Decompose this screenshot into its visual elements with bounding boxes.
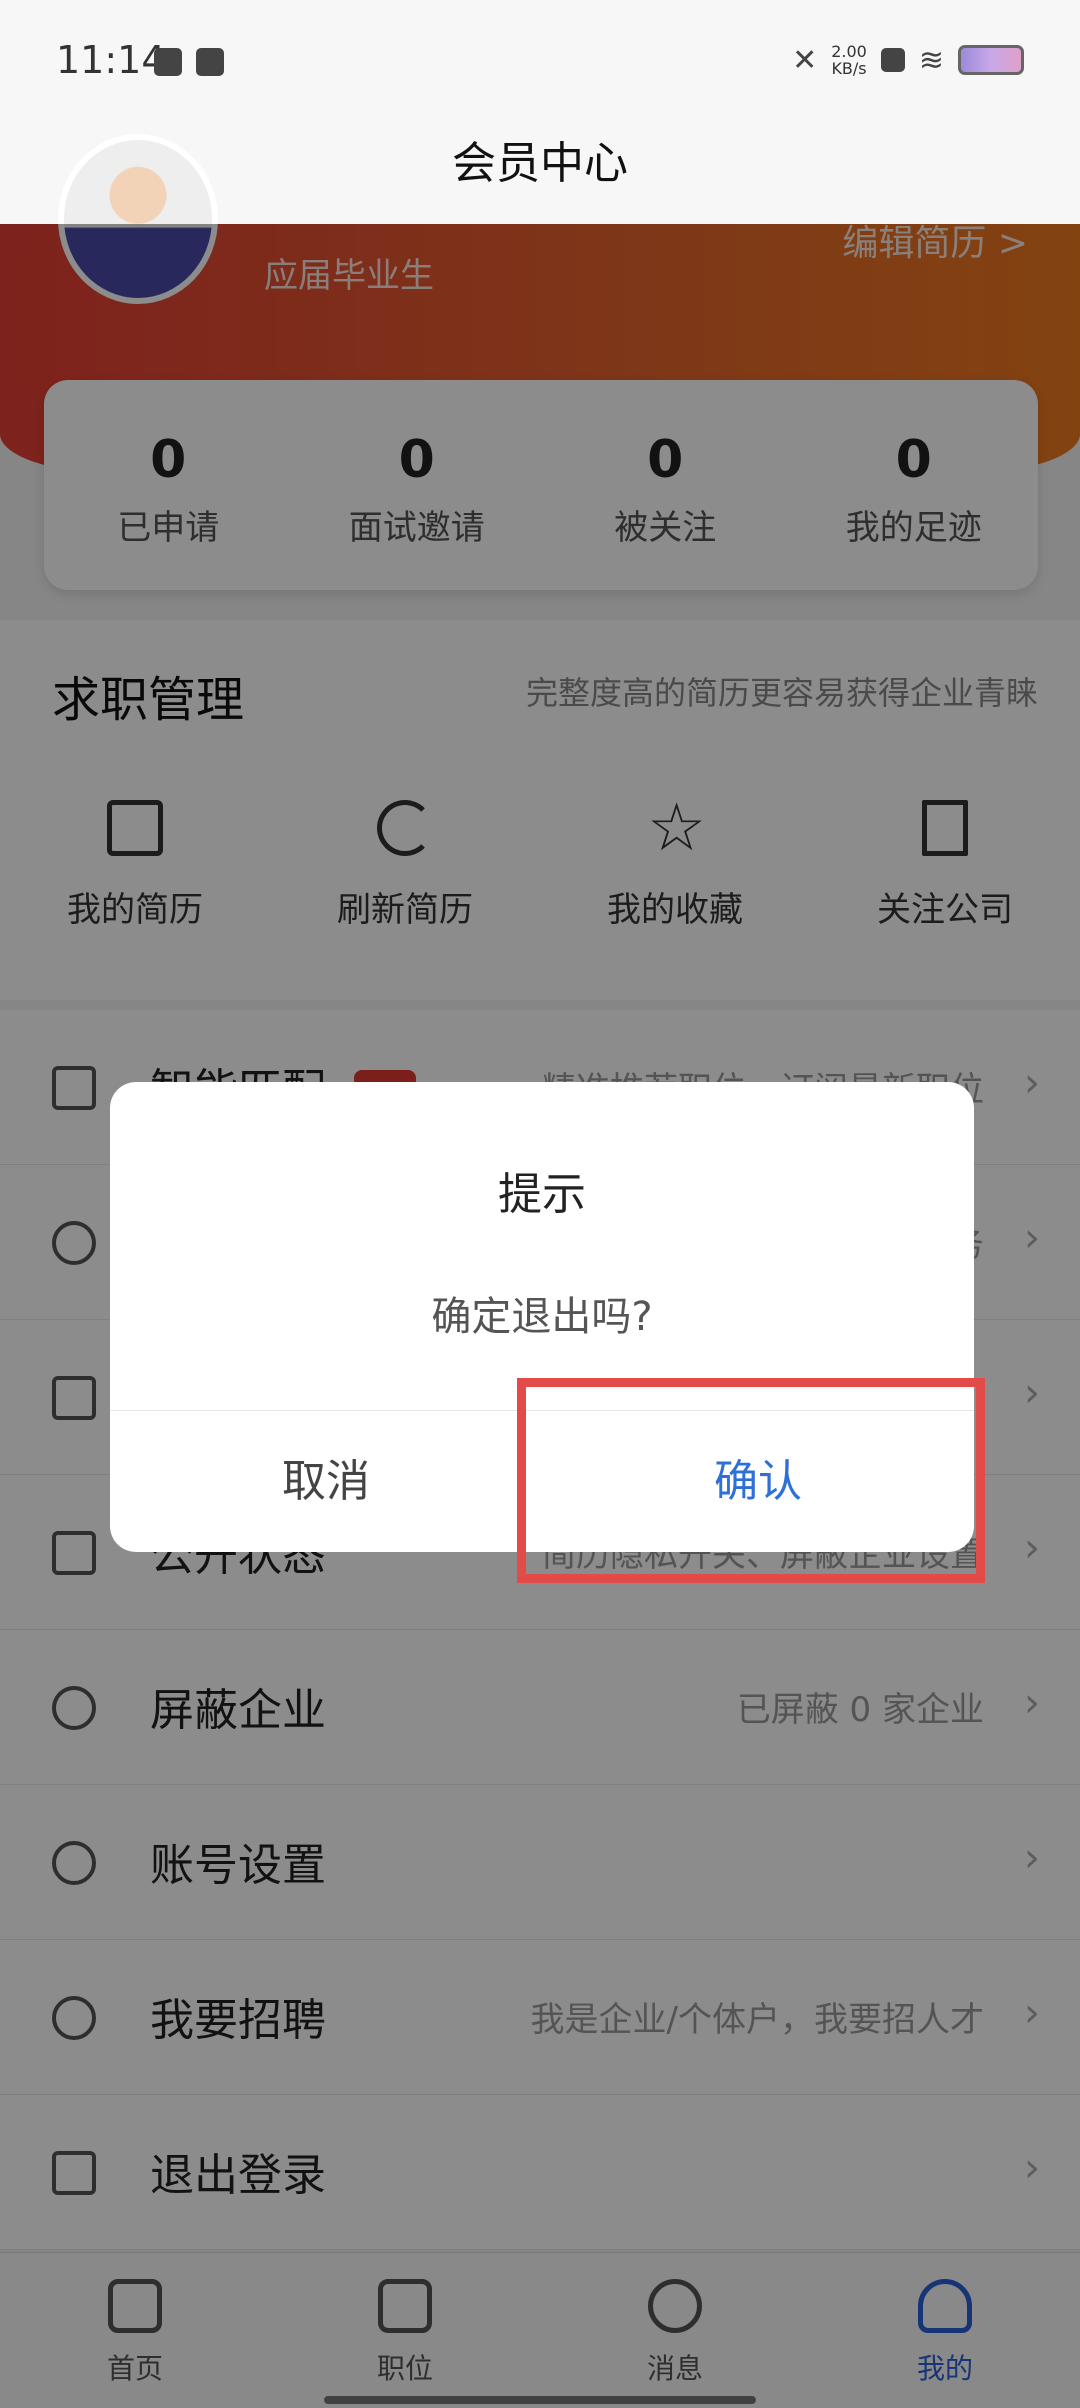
dialog-message: 确定退出吗? (431, 1294, 653, 1340)
dialog-title: 提示 (498, 1169, 586, 1220)
mute-icon: ✕ (792, 42, 818, 78)
status-right: ✕ 2.00 KB/s ≋ (792, 40, 1024, 80)
net-speed: 2.00 KB/s (831, 43, 867, 77)
net-speed-value: 2.00 (831, 42, 867, 61)
notification-icon (154, 48, 182, 76)
status-time: 11:14 (56, 38, 166, 82)
mail-icon (196, 48, 224, 76)
cancel-button[interactable]: 取消 (110, 1411, 542, 1552)
battery-icon (958, 45, 1024, 75)
status-bar: 11:14 ✕ 2.00 KB/s ≋ (0, 0, 1080, 120)
close-box-icon (880, 48, 905, 72)
net-speed-unit: KB/s (831, 59, 867, 78)
wifi-icon: ≋ (918, 42, 944, 78)
highlight-box (517, 1378, 985, 1583)
